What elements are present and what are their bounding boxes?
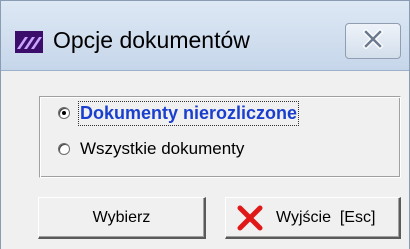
- app-logo-icon: [15, 31, 43, 53]
- select-button-label: Wybierz: [92, 208, 151, 226]
- radio-label-unsettled[interactable]: Dokumenty nierozliczone: [77, 100, 300, 126]
- radio-label-all[interactable]: Wszystkie dokumenty: [80, 139, 244, 159]
- select-button[interactable]: Wybierz: [38, 197, 206, 239]
- close-icon: [362, 27, 384, 54]
- radio-unsettled-documents[interactable]: Dokumenty nierozliczone: [58, 100, 300, 126]
- red-x-icon: [236, 205, 264, 231]
- close-button[interactable]: [345, 23, 401, 59]
- dialog-window: Opcje dokumentów Dokumenty nierozliczone…: [0, 0, 410, 249]
- window-title: Opcje dokumentów: [53, 27, 250, 53]
- exit-button-label: Wyjście [Esc]: [276, 208, 376, 226]
- exit-button[interactable]: Wyjście [Esc]: [225, 197, 401, 239]
- radio-button-unchecked[interactable]: [58, 143, 70, 155]
- dialog-content: Dokumenty nierozliczone Wszystkie dokume…: [1, 71, 409, 249]
- title-bar[interactable]: Opcje dokumentów: [1, 1, 409, 71]
- radio-all-documents[interactable]: Wszystkie dokumenty: [58, 137, 244, 161]
- radio-button-checked[interactable]: [58, 107, 70, 119]
